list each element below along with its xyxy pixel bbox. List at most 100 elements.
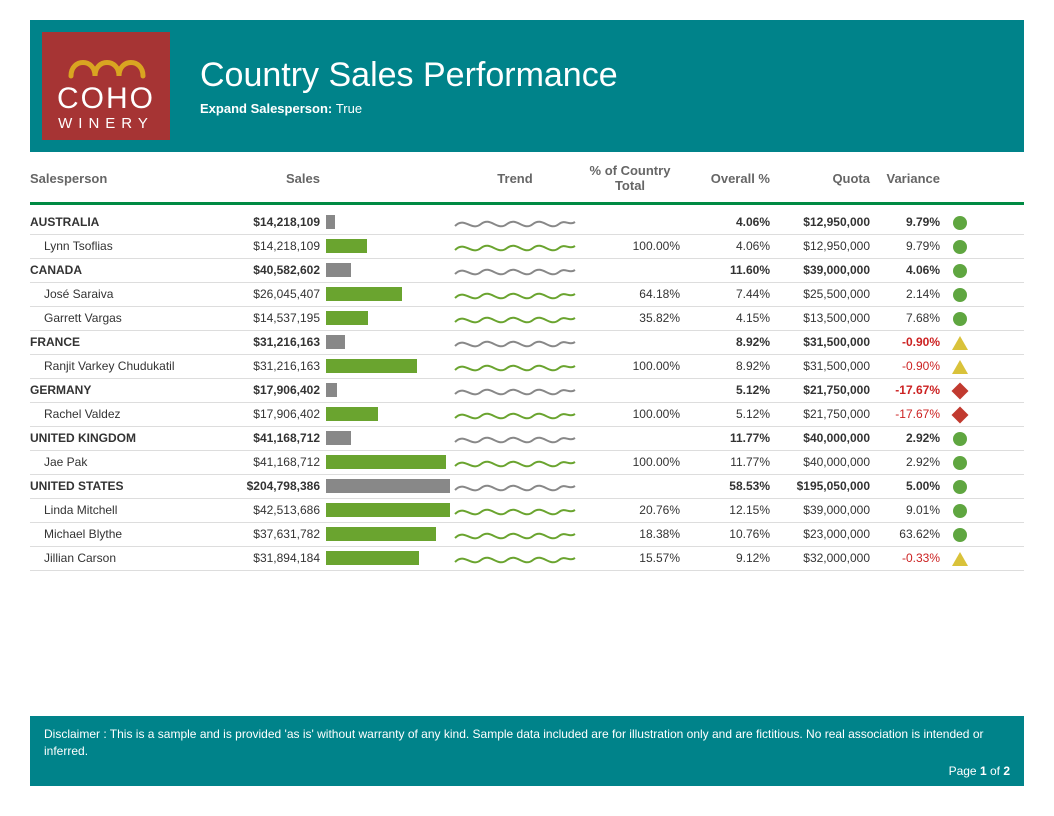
table-row[interactable]: GERMANY$17,906,4025.12%$21,750,000-17.67… (30, 379, 1024, 403)
cell-overall: 58.53% (680, 479, 770, 493)
cell-sales-bar (320, 214, 450, 230)
cell-variance: -0.90% (870, 359, 940, 373)
status-green-icon (953, 456, 967, 470)
cell-quota: $39,000,000 (770, 263, 870, 277)
cell-name: Ranjit Varkey Chudukatil (30, 359, 190, 373)
cell-sales: $204,798,386 (190, 479, 320, 493)
cell-overall: 11.60% (680, 263, 770, 277)
cell-status (940, 215, 980, 230)
page-sep: of (987, 764, 1004, 778)
cell-overall: 7.44% (680, 287, 770, 301)
sparkline-icon (450, 500, 580, 520)
cell-sales-bar (320, 334, 450, 350)
cell-overall: 5.12% (680, 407, 770, 421)
table-row[interactable]: AUSTRALIA$14,218,1094.06%$12,950,0009.79… (30, 211, 1024, 235)
cell-pct-country: 64.18% (580, 287, 680, 301)
table-row[interactable]: Jillian Carson$31,894,18415.57%9.12%$32,… (30, 547, 1024, 571)
cell-pct-country: 18.38% (580, 527, 680, 541)
cell-variance: -0.33% (870, 551, 940, 565)
cell-pct-country: 15.57% (580, 551, 680, 565)
sales-table: Salesperson Sales Trend % of Country Tot… (30, 164, 1024, 571)
cell-status (940, 311, 980, 326)
cell-pct-country: 100.00% (580, 455, 680, 469)
cell-variance: 7.68% (870, 311, 940, 325)
cell-overall: 8.92% (680, 359, 770, 373)
cell-variance: -17.67% (870, 407, 940, 421)
status-green-icon (953, 240, 967, 254)
cell-quota: $40,000,000 (770, 455, 870, 469)
param-label: Expand Salesperson: (200, 101, 332, 116)
cell-pct-country: 35.82% (580, 311, 680, 325)
cell-quota: $195,050,000 (770, 479, 870, 493)
logo-text-line2: WINERY (58, 116, 154, 131)
cell-variance: -0.90% (870, 335, 940, 349)
cell-name: José Saraiva (30, 287, 190, 301)
table-row[interactable]: Ranjit Varkey Chudukatil$31,216,163100.0… (30, 355, 1024, 379)
cell-sales-bar (320, 382, 450, 398)
col-salesperson[interactable]: Salesperson (30, 171, 190, 186)
table-row[interactable]: UNITED STATES$204,798,38658.53%$195,050,… (30, 475, 1024, 499)
table-header: Salesperson Sales Trend % of Country Tot… (30, 164, 1024, 205)
cell-name: UNITED KINGDOM (30, 431, 190, 445)
cell-variance: 63.62% (870, 527, 940, 541)
cell-sales-bar (320, 310, 450, 326)
table-row[interactable]: Linda Mitchell$42,513,68620.76%12.15%$39… (30, 499, 1024, 523)
col-variance[interactable]: Variance (870, 171, 940, 186)
table-row[interactable]: Jae Pak$41,168,712100.00%11.77%$40,000,0… (30, 451, 1024, 475)
table-row[interactable]: FRANCE$31,216,1638.92%$31,500,000-0.90% (30, 331, 1024, 355)
status-red-icon (952, 407, 969, 424)
cell-status (940, 479, 980, 494)
table-row[interactable]: José Saraiva$26,045,40764.18%7.44%$25,50… (30, 283, 1024, 307)
cell-overall: 9.12% (680, 551, 770, 565)
table-row[interactable]: UNITED KINGDOM$41,168,71211.77%$40,000,0… (30, 427, 1024, 451)
status-green-icon (953, 528, 967, 542)
sparkline-icon (450, 212, 580, 232)
status-green-icon (953, 504, 967, 518)
cell-sales: $37,631,782 (190, 527, 320, 541)
cell-sales-bar (320, 286, 450, 302)
cell-name: Lynn Tsoflias (30, 239, 190, 253)
sparkline-icon (450, 380, 580, 400)
table-row[interactable]: Garrett Vargas$14,537,19535.82%4.15%$13,… (30, 307, 1024, 331)
cell-status (940, 431, 980, 446)
cell-name: Linda Mitchell (30, 503, 190, 517)
cell-sales: $14,218,109 (190, 239, 320, 253)
sparkline-icon (450, 548, 580, 568)
cell-status (940, 503, 980, 518)
cell-sales-bar (320, 406, 450, 422)
col-sales[interactable]: Sales (190, 171, 320, 186)
cell-sales-bar (320, 238, 450, 254)
table-row[interactable]: Michael Blythe$37,631,78218.38%10.76%$23… (30, 523, 1024, 547)
status-yellow-icon (952, 336, 968, 350)
col-trend[interactable]: Trend (450, 171, 580, 186)
page-current: 1 (980, 764, 987, 778)
cell-variance: 4.06% (870, 263, 940, 277)
cell-pct-country: 100.00% (580, 239, 680, 253)
cell-variance: 2.92% (870, 431, 940, 445)
cell-status (940, 527, 980, 542)
col-quota[interactable]: Quota (770, 171, 870, 186)
table-row[interactable]: CANADA$40,582,60211.60%$39,000,0004.06% (30, 259, 1024, 283)
cell-overall: 4.15% (680, 311, 770, 325)
parameter-display: Expand Salesperson: True (200, 101, 618, 116)
cell-status (940, 335, 980, 350)
cell-overall: 12.15% (680, 503, 770, 517)
cell-name: AUSTRALIA (30, 215, 190, 229)
cell-quota: $23,000,000 (770, 527, 870, 541)
table-row[interactable]: Rachel Valdez$17,906,402100.00%5.12%$21,… (30, 403, 1024, 427)
status-green-icon (953, 288, 967, 302)
col-pct-country[interactable]: % of Country Total (580, 164, 680, 194)
table-row[interactable]: Lynn Tsoflias$14,218,109100.00%4.06%$12,… (30, 235, 1024, 259)
cell-status (940, 407, 980, 421)
status-yellow-icon (952, 360, 968, 374)
cell-name: Rachel Valdez (30, 407, 190, 421)
cell-status (940, 383, 980, 397)
col-overall[interactable]: Overall % (680, 171, 770, 186)
cell-pct-country: 100.00% (580, 359, 680, 373)
cell-sales: $41,168,712 (190, 455, 320, 469)
cell-quota: $31,500,000 (770, 359, 870, 373)
cell-sales: $14,218,109 (190, 215, 320, 229)
cell-variance: 2.14% (870, 287, 940, 301)
cell-quota: $31,500,000 (770, 335, 870, 349)
status-green-icon (953, 216, 967, 230)
